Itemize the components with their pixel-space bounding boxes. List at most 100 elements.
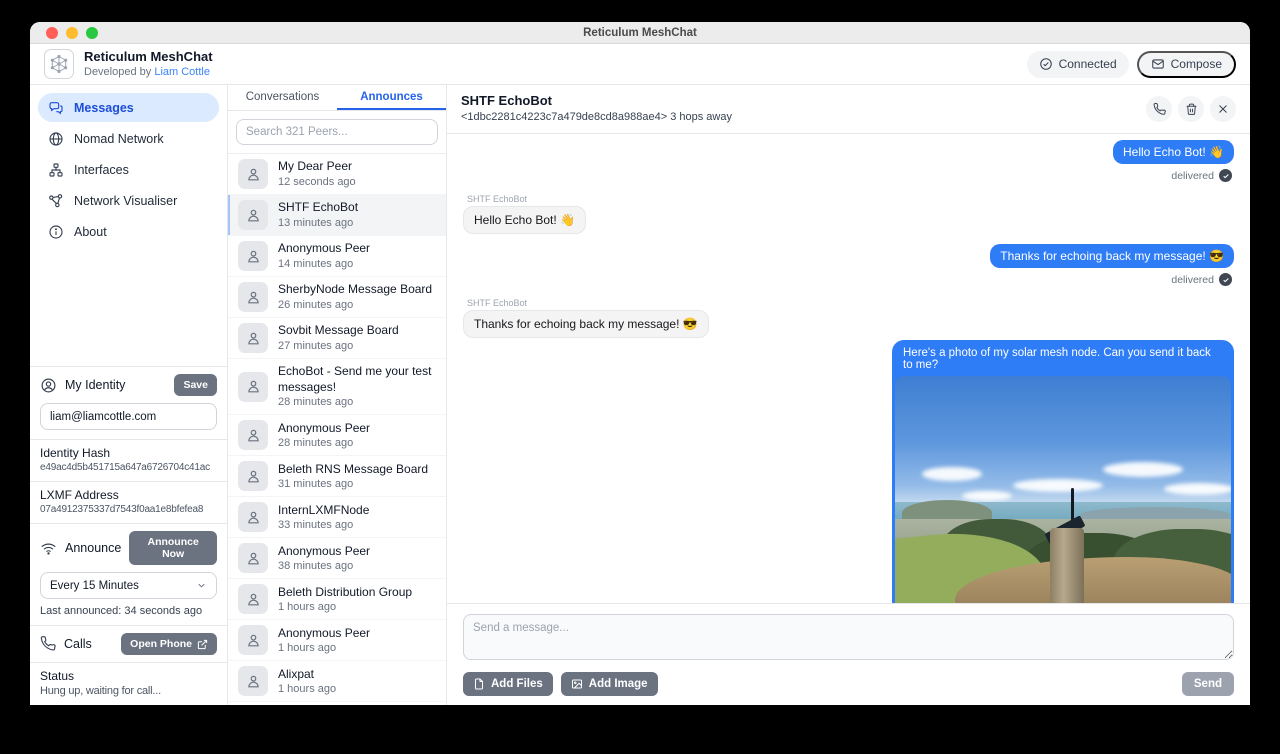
sidebar-item-network-visualiser[interactable]: Network Visualiser xyxy=(38,186,219,215)
minimize-window-button[interactable] xyxy=(66,27,78,39)
peer-avatar-icon xyxy=(238,625,268,655)
peer-name: Anonymous Peer xyxy=(278,544,370,560)
save-button[interactable]: Save xyxy=(174,374,217,396)
peer-list-item[interactable]: SherbyNode Message Board26 minutes ago xyxy=(228,277,446,318)
sidebar-item-nomad-network[interactable]: Nomad Network xyxy=(38,124,219,153)
photo-cloud xyxy=(1103,462,1183,477)
delivered-text: delivered xyxy=(1171,274,1214,286)
sidebar-item-label: Network Visualiser xyxy=(74,194,177,208)
globe-icon xyxy=(48,131,64,147)
peer-time: 1 hours ago xyxy=(278,600,412,614)
announce-now-button[interactable]: Announce Now xyxy=(129,531,217,565)
identity-hash-value: e49ac4d5b451715a647a6726704c41ac xyxy=(40,462,217,473)
peer-avatar-icon xyxy=(238,461,268,491)
photo-cloud xyxy=(922,467,982,481)
sidebar-item-messages[interactable]: Messages xyxy=(38,93,219,122)
tab-announces[interactable]: Announces xyxy=(337,85,446,110)
peer-list-item[interactable]: Alixpat1 hours ago xyxy=(228,661,446,702)
calls-label: Calls xyxy=(64,637,92,651)
peer-time: 1 hours ago xyxy=(278,682,336,696)
phone-icon xyxy=(40,636,56,652)
file-icon xyxy=(473,678,485,690)
announce-interval-value: Every 15 Minutes xyxy=(50,580,139,592)
chat-bubbles-icon xyxy=(48,100,64,116)
peer-list-item[interactable]: Anonymous Peer1 hours ago xyxy=(228,620,446,661)
lxmf-address-value: 07a4912375337d7543f0aa1e8bfefea8 xyxy=(40,504,217,515)
tab-conversations[interactable]: Conversations xyxy=(228,85,337,110)
calls-row: Calls Open Phone xyxy=(30,625,227,662)
photo-cloud xyxy=(1013,479,1103,492)
add-image-button[interactable]: Add Image xyxy=(561,672,658,696)
identity-panel: My Identity Save Identity Hash e49ac4d5b… xyxy=(30,366,227,705)
trash-icon xyxy=(1185,103,1198,116)
open-phone-button[interactable]: Open Phone xyxy=(121,633,217,655)
close-icon xyxy=(1217,103,1229,115)
peer-name: InternLXMFNode xyxy=(278,503,369,519)
peer-list-item[interactable]: InternLXMFNode33 minutes ago xyxy=(228,497,446,538)
send-button[interactable]: Send xyxy=(1182,672,1234,696)
info-circle-icon xyxy=(48,224,64,240)
peer-list-item[interactable]: My Dear Peer12 seconds ago xyxy=(228,154,446,195)
message-status: delivered xyxy=(1171,273,1232,286)
peer-time: 26 minutes ago xyxy=(278,298,432,312)
add-files-button[interactable]: Add Files xyxy=(463,672,553,696)
peer-list[interactable]: My Dear Peer12 seconds ago SHTF EchoBot1… xyxy=(228,154,446,705)
peer-list-item[interactable]: EchoBot - Send me your test messages!28 … xyxy=(228,359,446,415)
announce-interval-select[interactable]: Every 15 Minutes xyxy=(40,572,217,599)
sidebar-item-about[interactable]: About xyxy=(38,217,219,246)
my-identity-row: My Identity Save xyxy=(30,367,227,403)
zoom-window-button[interactable] xyxy=(86,27,98,39)
peer-list-item-selected[interactable]: SHTF EchoBot13 minutes ago xyxy=(228,195,446,236)
peer-list-item[interactable]: Beleth Distribution Group1 hours ago xyxy=(228,579,446,620)
close-window-button[interactable] xyxy=(46,27,58,39)
announce-label: Announce xyxy=(65,541,121,555)
peer-list-item[interactable]: Beleth RNS Message Board31 minutes ago xyxy=(228,456,446,497)
message-image[interactable] xyxy=(895,376,1231,603)
sender-name-label: SHTF EchoBot xyxy=(467,298,1230,308)
peer-name: My Dear Peer xyxy=(278,159,356,175)
sender-name-label: SHTF EchoBot xyxy=(467,194,1230,204)
sidebar-item-label: Interfaces xyxy=(74,163,129,177)
call-status-value: Hung up, waiting for call... xyxy=(40,685,217,697)
developer-link[interactable]: Liam Cottle xyxy=(154,66,210,78)
window-controls[interactable] xyxy=(46,27,98,39)
display-name-input[interactable] xyxy=(40,403,217,430)
sidebar: Messages Nomad Network Interfaces Networ… xyxy=(30,85,228,705)
call-peer-button[interactable] xyxy=(1146,96,1172,122)
peer-name: SherbyNode Message Board xyxy=(278,282,432,298)
close-conversation-button[interactable] xyxy=(1210,96,1236,122)
outgoing-message-bubble: Hello Echo Bot! 👋 xyxy=(1113,140,1234,164)
titlebar: Reticulum MeshChat xyxy=(30,22,1250,44)
outgoing-image-message-bubble: Here's a photo of my solar mesh node. Ca… xyxy=(892,340,1234,603)
peer-list-item[interactable]: Sovbit Message Board27 minutes ago xyxy=(228,318,446,359)
wifi-icon xyxy=(40,540,57,557)
sidebar-item-interfaces[interactable]: Interfaces xyxy=(38,155,219,184)
peer-list-item[interactable]: Liam - Windows PC xyxy=(228,702,446,705)
peer-list-item[interactable]: Anonymous Peer14 minutes ago xyxy=(228,236,446,277)
peer-name: Anonymous Peer xyxy=(278,626,370,642)
lxmf-address-label: LXMF Address xyxy=(40,488,217,502)
peer-time: 27 minutes ago xyxy=(278,339,399,353)
peer-avatar-icon xyxy=(238,584,268,614)
peer-list-item[interactable]: Anonymous Peer38 minutes ago xyxy=(228,538,446,579)
my-identity-label: My Identity xyxy=(65,378,125,392)
compose-button[interactable]: Compose xyxy=(1137,51,1236,78)
check-circle-icon xyxy=(1039,57,1053,71)
app-logo-icon xyxy=(44,49,74,79)
message-input[interactable] xyxy=(463,614,1234,660)
peer-list-item[interactable]: Anonymous Peer28 minutes ago xyxy=(228,415,446,456)
peer-avatar-icon xyxy=(238,159,268,189)
chat-header: SHTF EchoBot <1dbc2281c4223c7a479de8cd8a… xyxy=(447,85,1250,134)
connected-label: Connected xyxy=(1059,57,1117,71)
chat-peer-name: SHTF EchoBot xyxy=(461,93,732,110)
delete-conversation-button[interactable] xyxy=(1178,96,1204,122)
peers-tabs: Conversations Announces xyxy=(228,85,446,111)
peer-search-input[interactable] xyxy=(236,119,438,145)
app-header: Reticulum MeshChat Developed by Liam Cot… xyxy=(30,44,1250,85)
message-history[interactable]: Hello Echo Bot! 👋 delivered SHTF EchoBot… xyxy=(447,134,1250,603)
peer-avatar-icon xyxy=(238,282,268,312)
identity-hash-block: Identity Hash e49ac4d5b451715a647a672670… xyxy=(30,439,227,481)
app-identity: Reticulum MeshChat Developed by Liam Cot… xyxy=(84,49,213,78)
connection-status-badge: Connected xyxy=(1027,51,1129,78)
peer-time: 13 minutes ago xyxy=(278,216,358,230)
